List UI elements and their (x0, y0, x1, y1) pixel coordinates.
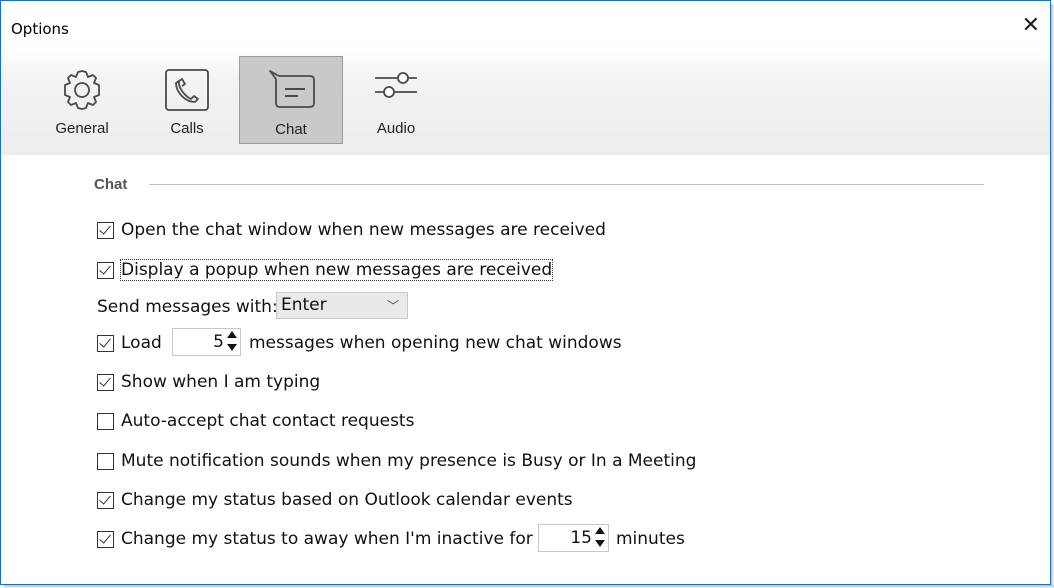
send-with-select[interactable]: Enter ﹀ (276, 292, 408, 319)
tab-general-label: General (55, 120, 109, 137)
outlook-checkbox[interactable] (97, 492, 114, 509)
away-prefix: Change my status to away when I'm inacti… (121, 529, 533, 549)
close-icon[interactable]: ✕ (1022, 15, 1040, 37)
popup-label: Display a popup when new messages are re… (119, 259, 554, 281)
auto-accept-checkbox[interactable] (97, 413, 114, 430)
chevron-down-icon: ﹀ (386, 299, 399, 313)
send-with-row: Send messages with: (97, 297, 278, 317)
away-minutes-stepper[interactable]: 15 (538, 524, 609, 552)
away-checkbox[interactable] (97, 531, 114, 548)
sliders-icon (375, 72, 417, 98)
load-prefix: Load (121, 333, 162, 353)
load-suffix: messages when opening new chat windows (249, 333, 622, 353)
stepper-arrows[interactable] (227, 331, 237, 353)
typing-label: Show when I am typing (121, 372, 321, 392)
tab-audio[interactable]: Audio (344, 56, 448, 144)
chat-bubble-icon (269, 70, 315, 108)
title-bar: Options ✕ (1, 1, 1050, 45)
tab-audio-label: Audio (376, 120, 416, 137)
category-toolbar: General Calls Chat Audio (1, 45, 1050, 155)
mute-checkbox[interactable] (97, 453, 114, 470)
stepper-arrows[interactable] (595, 527, 605, 549)
tab-calls[interactable]: Calls (135, 56, 239, 144)
load-count-stepper[interactable]: 5 (172, 328, 241, 356)
open-chat-checkbox[interactable] (97, 222, 114, 239)
decrement-icon[interactable] (595, 540, 605, 547)
window-title: Options (11, 20, 69, 38)
outlook-label: Change my status based on Outlook calend… (121, 490, 573, 510)
load-checkbox[interactable] (97, 335, 114, 352)
open-chat-label: Open the chat window when new messages a… (121, 220, 606, 240)
decrement-icon[interactable] (227, 344, 237, 351)
typing-checkbox[interactable] (97, 374, 114, 391)
tab-chat[interactable]: Chat (239, 56, 343, 144)
phone-icon (165, 69, 209, 111)
auto-accept-label: Auto-accept chat contact requests (121, 411, 415, 431)
popup-checkbox[interactable] (97, 262, 114, 279)
mute-label: Mute notification sounds when my presenc… (121, 451, 697, 471)
away-minutes-value: 15 (570, 528, 592, 548)
section-divider (149, 184, 984, 185)
tab-chat-label: Chat (275, 121, 307, 138)
tab-calls-label: Calls (170, 120, 204, 137)
away-suffix: minutes (616, 529, 685, 549)
tab-general[interactable]: General (30, 56, 134, 144)
increment-icon[interactable] (227, 331, 237, 338)
increment-icon[interactable] (595, 527, 605, 534)
load-count-value: 5 (213, 332, 224, 352)
section-title: Chat (94, 176, 128, 193)
options-window: Options ✕ General Calls Chat Audio Chat … (0, 0, 1051, 585)
send-with-value: Enter (281, 295, 327, 315)
send-with-label: Send messages with: (97, 297, 278, 317)
gear-icon (64, 70, 100, 110)
